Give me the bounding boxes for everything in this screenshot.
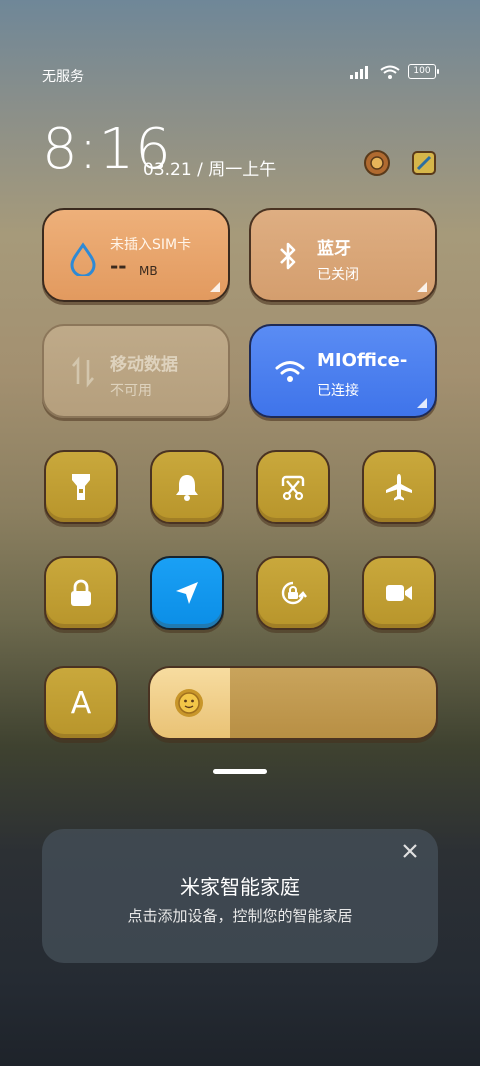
- bluetooth-title: 蓝牙: [317, 239, 351, 259]
- mi-home-subtitle: 点击添加设备，控制您的智能家居: [127, 907, 353, 925]
- clock-date: 03.21 / 周一上午: [143, 160, 277, 180]
- tile-corner-indicator: [210, 282, 220, 292]
- lock-icon: [71, 579, 91, 606]
- bluetooth-status: 已关闭: [317, 267, 359, 283]
- wifi-status: 已连接: [317, 383, 359, 399]
- flashlight-icon: [72, 474, 90, 500]
- scissors-icon: [281, 475, 305, 501]
- airplane-toggle[interactable]: [362, 450, 436, 524]
- battery-icon: 100: [408, 64, 439, 79]
- sun-face-icon: [175, 689, 203, 717]
- close-icon[interactable]: [400, 841, 420, 861]
- bell-icon: [176, 475, 198, 501]
- screenshot-toggle[interactable]: [256, 450, 330, 524]
- bluetooth-icon: [280, 242, 296, 270]
- location-arrow-icon: [176, 582, 198, 604]
- mi-home-title: 米家智能家庭: [180, 875, 300, 899]
- wifi-icon: [380, 65, 400, 79]
- water-drop-icon: [70, 242, 96, 276]
- mobile-data-status: 不可用: [110, 383, 152, 399]
- bluetooth-tile[interactable]: 蓝牙 已关闭: [249, 208, 437, 302]
- auto-brightness-button[interactable]: A: [44, 666, 118, 740]
- bell-toggle[interactable]: [150, 450, 224, 524]
- notes-icon[interactable]: [408, 147, 440, 179]
- airplane-icon: [386, 474, 412, 501]
- mobile-data-title: 移动数据: [110, 355, 178, 375]
- lock-toggle[interactable]: [44, 556, 118, 630]
- signal-icon: [350, 65, 368, 79]
- location-toggle[interactable]: [150, 556, 224, 630]
- sim-data-unit: MB: [139, 264, 158, 278]
- wifi-tile[interactable]: MIOffice- 已连接: [249, 324, 437, 418]
- drawer-handle[interactable]: [213, 769, 267, 774]
- sim-data-value: --: [110, 254, 127, 278]
- status-icons: 100: [350, 64, 439, 79]
- video-toggle[interactable]: [362, 556, 436, 630]
- sun-cog-icon[interactable]: [361, 147, 393, 179]
- carrier-status: 无服务: [42, 69, 84, 85]
- brightness-slider[interactable]: [148, 666, 438, 740]
- mi-home-card[interactable]: 米家智能家庭 点击添加设备，控制您的智能家居: [42, 829, 438, 963]
- data-arrows-icon: [72, 356, 94, 388]
- rotation-lock-icon: [281, 581, 307, 605]
- sim-data-tile[interactable]: 未插入SIM卡 -- MB: [42, 208, 230, 302]
- video-camera-icon: [386, 585, 412, 601]
- sim-status-label: 未插入SIM卡: [110, 237, 192, 253]
- wifi-network-name: MIOffice-: [317, 350, 408, 371]
- tile-corner-indicator: [417, 282, 427, 292]
- mobile-data-tile[interactable]: 移动数据 不可用: [42, 324, 230, 418]
- rotation-lock-toggle[interactable]: [256, 556, 330, 630]
- tile-corner-indicator: [417, 398, 427, 408]
- flashlight-toggle[interactable]: [44, 450, 118, 524]
- wifi-icon: [275, 361, 305, 382]
